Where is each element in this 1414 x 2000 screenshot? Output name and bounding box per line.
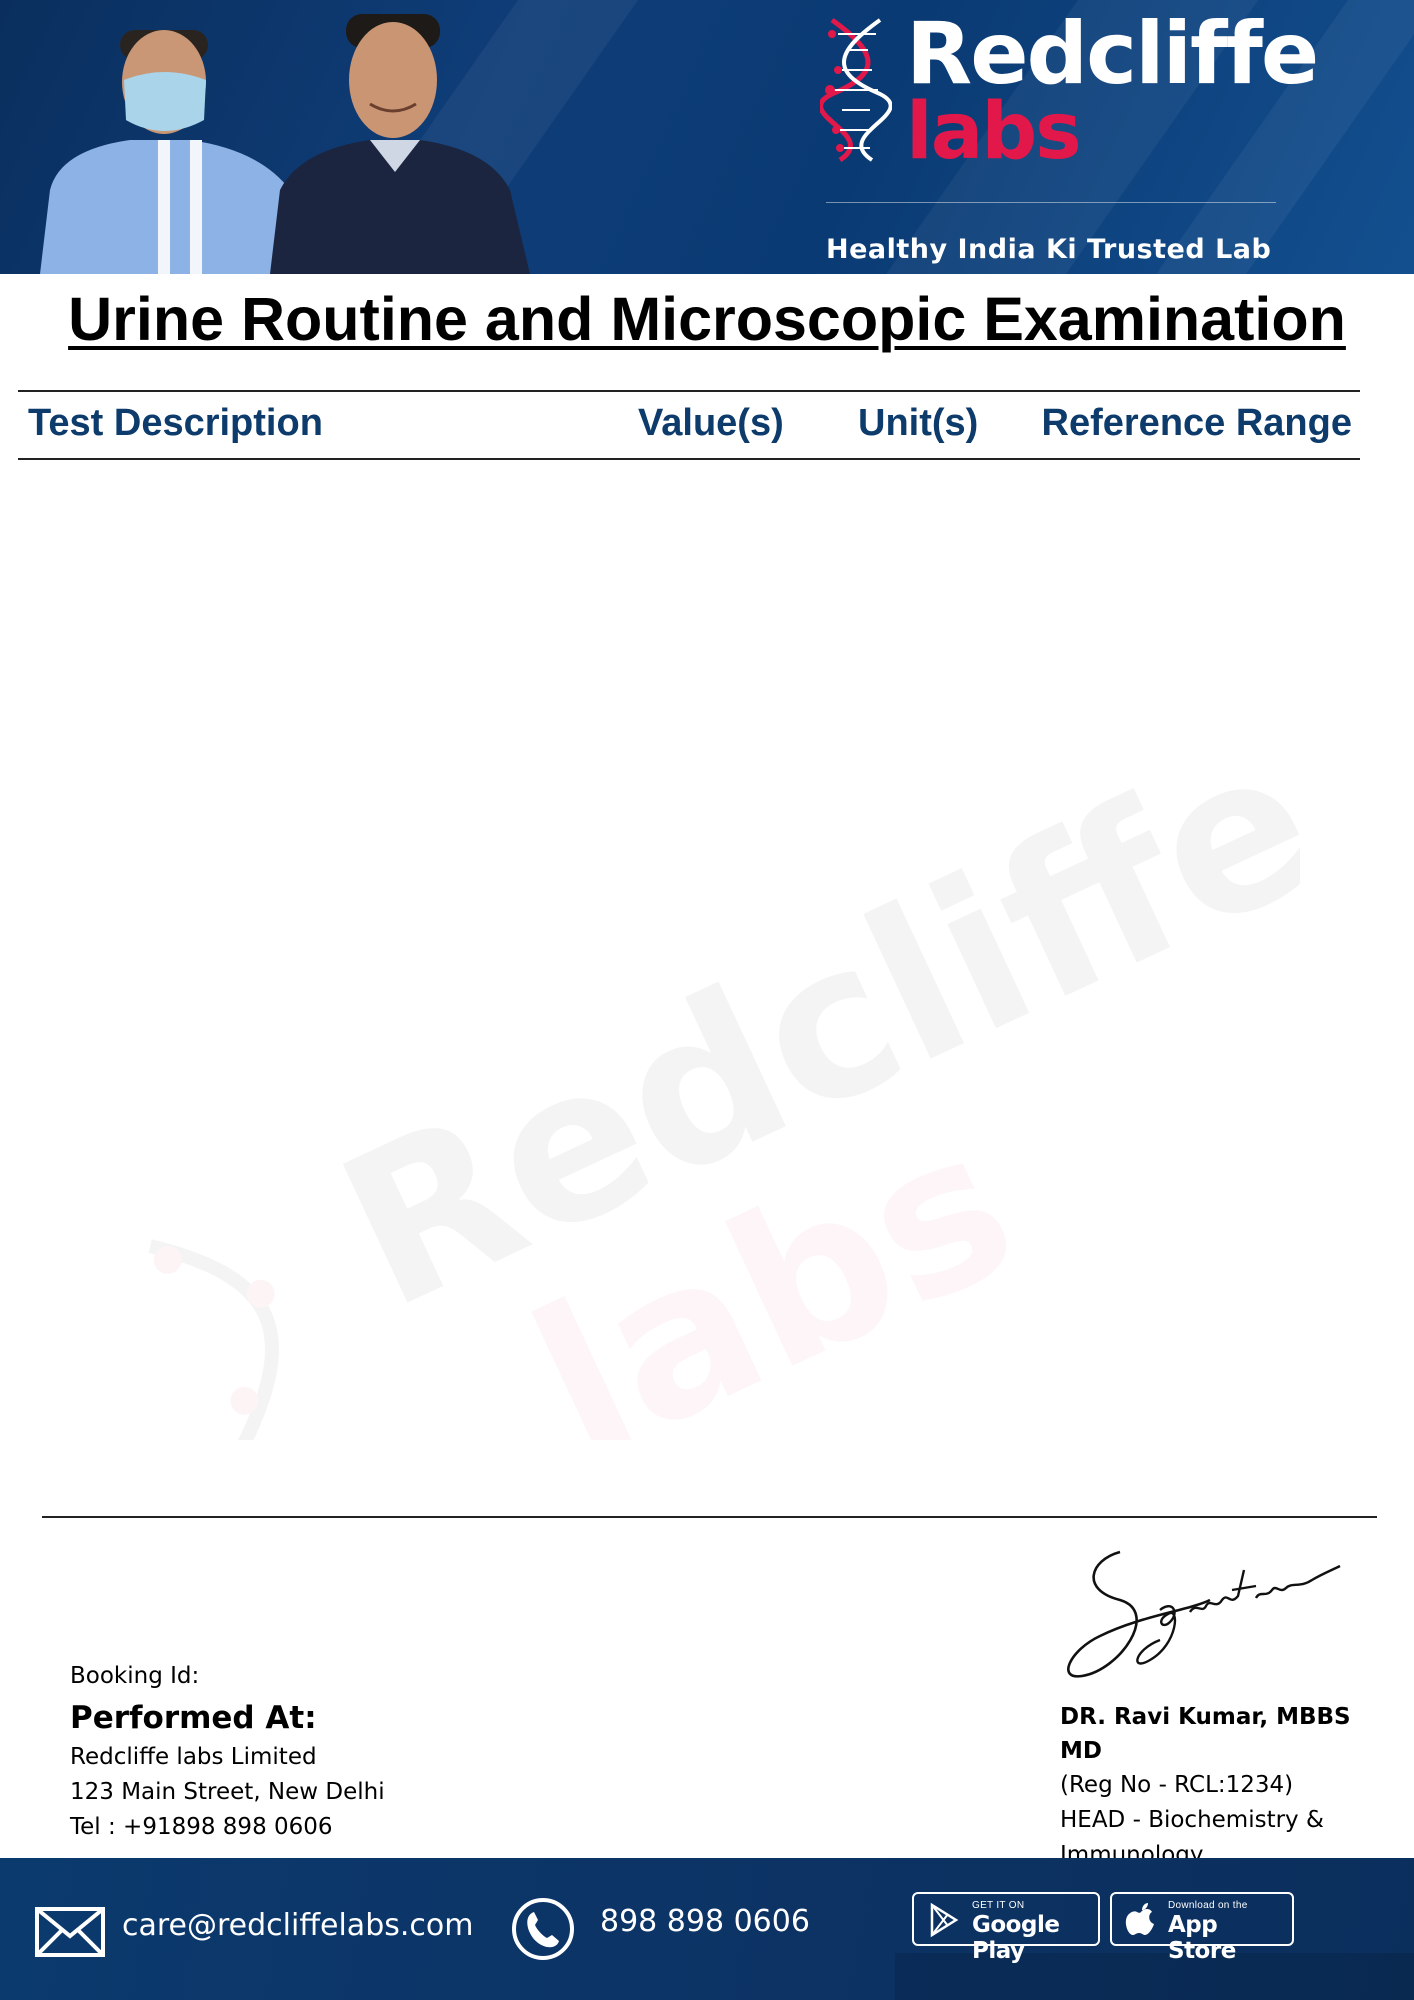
lab-info: Booking Id: Performed At: Redcliffe labs… xyxy=(70,1660,385,1845)
report-title: Urine Routine and Microscopic Examinatio… xyxy=(68,285,1346,353)
column-header-values: Value(s) xyxy=(638,402,784,444)
results-table-header: Test Description Value(s) Unit(s) Refere… xyxy=(18,390,1360,460)
support-phone-link[interactable]: 898 898 0606 xyxy=(600,1904,810,1939)
doctor-registration: (Reg No - RCL:1234) xyxy=(1060,1772,1294,1798)
dna-logo-icon xyxy=(820,17,892,163)
column-header-reference-range: Reference Range xyxy=(1041,402,1352,444)
staff-photo xyxy=(40,14,530,274)
google-play-button[interactable]: GET IT ON Google Play xyxy=(912,1892,1100,1964)
google-play-label: Google Play xyxy=(972,1912,1060,1964)
google-play-icon xyxy=(930,1902,959,1938)
lab-name: Redcliffe labs Limited xyxy=(70,1744,317,1770)
header-banner: Redcliffe labs Healthy India Ki Trusted … xyxy=(0,0,1414,274)
footer-separator xyxy=(42,1516,1377,1518)
performed-at-label: Performed At: xyxy=(70,1700,317,1736)
phone-icon xyxy=(512,1898,574,1960)
watermark-text-line1: Redcliffe xyxy=(308,760,1300,1356)
app-store-button[interactable]: Download on the App Store xyxy=(1110,1892,1294,1964)
app-store-label: App Store xyxy=(1168,1912,1236,1964)
lab-address: 123 Main Street, New Delhi xyxy=(70,1779,385,1805)
brand-logo: Redcliffe labs xyxy=(906,0,1326,175)
watermark-text-line2: labs xyxy=(500,1080,1047,1440)
brand-name-line2: labs xyxy=(906,87,1082,177)
brand-divider xyxy=(826,202,1276,203)
column-header-units: Unit(s) xyxy=(858,402,979,444)
google-play-caption: GET IT ON xyxy=(972,1900,1025,1911)
brand-tagline: Healthy India Ki Trusted Lab xyxy=(826,234,1272,265)
support-email-link[interactable]: care@redcliffelabs.com xyxy=(122,1908,473,1943)
watermark-logo: Redcliffe labs xyxy=(148,760,1300,1440)
doctor-name: DR. Ravi Kumar, MBBS MD xyxy=(1060,1704,1351,1764)
booking-id-label: Booking Id: xyxy=(70,1663,200,1689)
mail-icon xyxy=(35,1907,105,1957)
column-header-test-description: Test Description xyxy=(28,402,323,444)
doctor-info: DR. Ravi Kumar, MBBS MD (Reg No - RCL:12… xyxy=(1060,1700,1400,1873)
app-store-caption: Download on the xyxy=(1168,1900,1248,1911)
contact-footer: care@redcliffelabs.com 898 898 0606 GET … xyxy=(0,1858,1414,2000)
lab-telephone: Tel : +91898 898 0606 xyxy=(70,1814,333,1840)
doctor-signature xyxy=(1067,1550,1341,1678)
apple-icon xyxy=(1125,1903,1154,1935)
doctor-department-line1: HEAD - Biochemistry & xyxy=(1060,1807,1324,1833)
